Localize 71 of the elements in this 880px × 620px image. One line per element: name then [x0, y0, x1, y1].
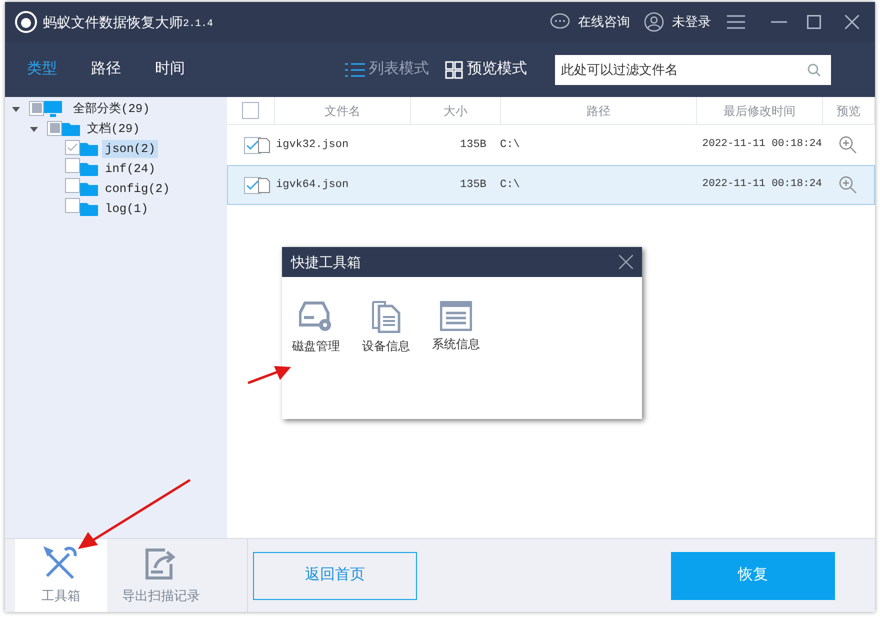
- column-header: 路径: [501, 97, 697, 124]
- column-header: 文件名: [275, 97, 411, 124]
- file-path: C:\: [500, 138, 521, 153]
- folder-icon: [62, 122, 80, 136]
- file-row[interactable]: igvk64.json 135B C:\ 2022-11-11 00:18:24: [227, 165, 875, 205]
- file-name: igvk64.json: [276, 178, 349, 193]
- wrench-screwdriver-icon: [43, 546, 79, 582]
- checkbox[interactable]: [65, 178, 80, 193]
- list-icon: [345, 62, 365, 78]
- tree-item[interactable]: 全部分类(29): [70, 100, 153, 118]
- documents-icon: [370, 301, 402, 333]
- folder-icon: [80, 202, 98, 216]
- file-row[interactable]: igvk32.json 135B C:\ 2022-11-11 00:18:24: [227, 125, 875, 165]
- file-path: C:\: [500, 178, 521, 193]
- online-consult-link[interactable]: 在线咨询: [578, 12, 630, 32]
- checkbox[interactable]: [65, 158, 80, 173]
- window-title: 蚂蚁文件数据恢复大师: [43, 12, 183, 32]
- filter-search-field[interactable]: 此处可以过滤文件名: [555, 54, 831, 84]
- tree-item[interactable]: log(1): [102, 200, 152, 218]
- close-icon[interactable]: [619, 255, 633, 269]
- toolbox-item[interactable]: 设备信息: [362, 301, 410, 355]
- toolbox-item[interactable]: 磁盘管理: [292, 301, 340, 355]
- modified-time: 2022-11-11 00:18:24: [701, 177, 822, 192]
- category-tab[interactable]: 类型: [27, 58, 57, 81]
- toolbox-item[interactable]: 系统信息: [432, 301, 480, 355]
- file-size: 135B: [460, 178, 488, 193]
- chat-bubble-icon: [550, 13, 570, 31]
- grid-icon: [445, 60, 463, 78]
- column-header: 预览: [823, 97, 875, 124]
- checkbox[interactable]: [244, 176, 260, 194]
- maximize-icon[interactable]: [807, 15, 821, 29]
- file-icon: [258, 178, 270, 192]
- annotation-arrow: [246, 365, 292, 385]
- file-name: igvk32.json: [276, 138, 349, 153]
- folder-icon: [80, 182, 98, 196]
- tree-item[interactable]: 文档(29): [84, 120, 143, 138]
- view-mode-tab[interactable]: 预览模式: [445, 58, 527, 81]
- window-list-icon: [440, 301, 472, 331]
- monitor-icon: [44, 101, 62, 117]
- folder-icon: [80, 142, 98, 156]
- tree-item[interactable]: json(2): [102, 140, 158, 158]
- zoom-in-icon[interactable]: [839, 136, 857, 154]
- checkbox[interactable]: [65, 198, 80, 213]
- checkbox[interactable]: [242, 102, 259, 119]
- login-link[interactable]: 未登录: [672, 12, 711, 32]
- tree-item[interactable]: inf(24): [102, 160, 158, 178]
- folder-icon: [80, 162, 98, 176]
- zoom-in-icon[interactable]: [839, 176, 857, 194]
- expand-caret-icon[interactable]: [11, 104, 21, 114]
- version-label: 2.1.4: [183, 18, 214, 32]
- expand-caret-icon[interactable]: [29, 124, 39, 134]
- close-icon[interactable]: [845, 15, 859, 29]
- menu-icon[interactable]: [727, 15, 745, 29]
- category-tab[interactable]: 路径: [91, 58, 121, 81]
- search-icon: [807, 62, 821, 76]
- checkbox[interactable]: [244, 136, 260, 154]
- tree-item[interactable]: config(2): [102, 180, 173, 198]
- view-mode-tab[interactable]: 列表模式: [345, 58, 429, 81]
- file-size: 135B: [460, 138, 488, 153]
- column-header: 最后修改时间: [697, 97, 823, 124]
- category-tab[interactable]: 时间: [155, 58, 185, 81]
- dialog-title: 快捷工具箱: [291, 252, 362, 272]
- modified-time: 2022-11-11 00:18:24: [701, 137, 822, 152]
- user-icon: [644, 12, 664, 32]
- checkbox[interactable]: [65, 140, 80, 155]
- minimize-icon[interactable]: [771, 21, 787, 23]
- file-icon: [258, 138, 270, 152]
- disk-gear-icon: [299, 301, 333, 333]
- bottom-tool-button[interactable]: 工具箱: [15, 539, 107, 612]
- column-header: 大小: [411, 97, 501, 124]
- ant-logo-icon: [15, 11, 37, 33]
